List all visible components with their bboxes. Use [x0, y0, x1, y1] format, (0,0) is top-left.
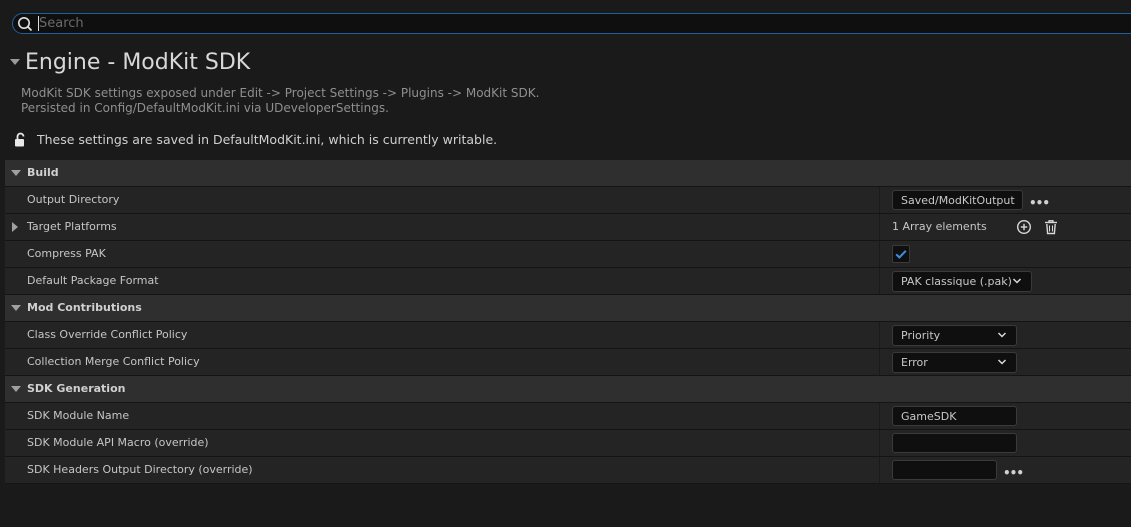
- class-override-dropdown[interactable]: Priority: [892, 325, 1017, 346]
- property-label: Compress PAK: [27, 247, 106, 260]
- chevron-down-icon: [997, 359, 1007, 365]
- property-row-sdk-headers-dir: SDK Headers Output Directory (override) …: [5, 457, 1131, 484]
- category-sdk-generation[interactable]: SDK Generation: [5, 376, 1131, 403]
- collection-merge-dropdown[interactable]: Error: [892, 352, 1017, 373]
- property-label: SDK Module Name: [27, 409, 130, 422]
- collapse-arrow-icon[interactable]: [10, 59, 20, 65]
- property-label: Default Package Format: [27, 274, 159, 287]
- category-mod-contributions[interactable]: Mod Contributions: [5, 295, 1131, 322]
- dropdown-value: Error: [901, 356, 928, 369]
- property-row-class-override: Class Override Conflict Policy Priority: [5, 322, 1131, 349]
- property-label: Output Directory: [27, 193, 120, 206]
- property-label: SDK Headers Output Directory (override): [27, 463, 253, 476]
- search-box[interactable]: [12, 13, 1131, 34]
- package-format-dropdown[interactable]: PAK classique (.pak): [892, 271, 1032, 292]
- notice-text: These settings are saved in DefaultModKi…: [37, 132, 498, 147]
- page-title: Engine - ModKit SDK: [25, 50, 251, 75]
- trash-icon[interactable]: [1043, 219, 1059, 235]
- column-divider[interactable]: [879, 430, 880, 456]
- chevron-down-icon: [997, 332, 1007, 338]
- property-label: SDK Module API Macro (override): [27, 436, 209, 449]
- dropdown-value: Priority: [901, 329, 941, 342]
- category-label: Mod Contributions: [27, 301, 142, 314]
- checkmark-icon: [895, 250, 907, 259]
- sdk-module-name-field[interactable]: GameSDK: [892, 406, 1017, 426]
- page-description: ModKit SDK settings exposed under Edit -…: [21, 86, 539, 116]
- category-build[interactable]: Build: [5, 160, 1131, 187]
- property-label: Target Platforms: [27, 220, 117, 233]
- output-directory-field[interactable]: Saved/ModKitOutput: [892, 190, 1023, 210]
- ellipsis-icon[interactable]: •••: [1029, 196, 1050, 210]
- ellipsis-icon[interactable]: •••: [1003, 466, 1024, 480]
- property-row-target-platforms: Target Platforms 1 Array elements: [5, 214, 1131, 241]
- description-line: ModKit SDK settings exposed under Edit -…: [21, 86, 540, 100]
- search-icon: [18, 17, 33, 32]
- property-row-collection-merge: Collection Merge Conflict Policy Error: [5, 349, 1131, 376]
- array-count: 1 Array elements: [892, 220, 987, 233]
- property-label: Class Override Conflict Policy: [27, 328, 188, 341]
- property-row-default-package-format: Default Package Format PAK classique (.p…: [5, 268, 1131, 295]
- collapse-arrow-icon[interactable]: [11, 386, 21, 392]
- sdk-api-macro-field[interactable]: [892, 433, 1017, 453]
- details-panel: Build Output Directory Saved/ModKitOutpu…: [5, 160, 1131, 484]
- chevron-down-icon: [1012, 278, 1022, 284]
- column-divider[interactable]: [879, 403, 880, 429]
- expand-arrow-icon[interactable]: [12, 222, 18, 232]
- description-line: Persisted in Config/DefaultModKit.ini vi…: [21, 101, 389, 115]
- column-divider[interactable]: [879, 349, 880, 375]
- column-divider[interactable]: [879, 322, 880, 348]
- compress-pak-checkbox[interactable]: [892, 245, 910, 263]
- category-label: Build: [27, 166, 59, 179]
- column-divider[interactable]: [879, 457, 880, 483]
- property-row-output-directory: Output Directory Saved/ModKitOutput •••: [5, 187, 1131, 214]
- property-row-sdk-api-macro: SDK Module API Macro (override): [5, 430, 1131, 457]
- column-divider[interactable]: [879, 268, 880, 294]
- unlock-icon: [15, 132, 25, 147]
- dropdown-value: PAK classique (.pak): [901, 275, 1012, 288]
- text-caret: [38, 16, 39, 31]
- column-divider[interactable]: [879, 214, 880, 240]
- property-row-sdk-module-name: SDK Module Name GameSDK: [5, 403, 1131, 430]
- category-label: SDK Generation: [27, 382, 126, 395]
- column-divider[interactable]: [879, 187, 880, 213]
- collapse-arrow-icon[interactable]: [11, 170, 21, 176]
- search-input[interactable]: [39, 15, 1119, 32]
- column-divider[interactable]: [879, 241, 880, 267]
- add-element-icon[interactable]: [1016, 219, 1032, 235]
- collapse-arrow-icon[interactable]: [11, 305, 21, 311]
- property-row-compress-pak: Compress PAK: [5, 241, 1131, 268]
- sdk-headers-dir-field[interactable]: [892, 460, 997, 480]
- property-label: Collection Merge Conflict Policy: [27, 355, 200, 368]
